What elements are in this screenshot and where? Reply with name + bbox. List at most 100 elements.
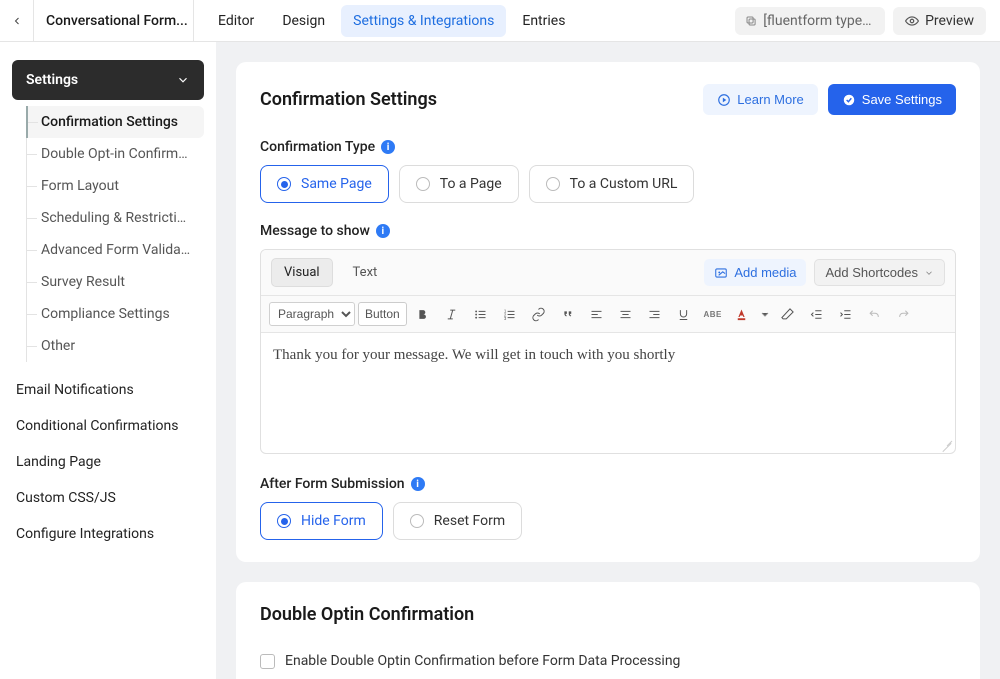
copy-icon [745, 14, 757, 28]
after-submission-text: After Form Submission [260, 476, 405, 492]
preview-button[interactable]: Preview [893, 7, 986, 35]
sidebar-item-confirmation-settings[interactable]: Confirmation Settings [26, 106, 204, 138]
form-title: Conversational Form... [34, 0, 194, 42]
indent-button[interactable] [833, 302, 859, 326]
editor-tab-text[interactable]: Text [341, 259, 390, 286]
learn-more-button[interactable]: Learn More [703, 84, 817, 115]
list-ul-icon [473, 307, 488, 322]
radio-icon [546, 177, 560, 191]
text-color-icon [734, 307, 749, 322]
save-settings-button[interactable]: Save Settings [828, 84, 956, 115]
clear-formatting-button[interactable] [775, 302, 801, 326]
option-hide-form[interactable]: Hide Form [260, 502, 383, 540]
sidebar-item-survey-result[interactable]: Survey Result [27, 266, 204, 298]
sidebar-sublist: Confirmation Settings Double Opt-in Conf… [26, 106, 204, 362]
underline-button[interactable] [671, 302, 697, 326]
numbered-list-button[interactable]: 123 [497, 302, 523, 326]
quote-icon [560, 307, 575, 322]
sidebar-item-double-optin[interactable]: Double Opt-in Confirma... [27, 138, 204, 170]
tab-entries[interactable]: Entries [510, 5, 577, 37]
learn-more-label: Learn More [737, 92, 803, 107]
align-right-button[interactable] [642, 302, 668, 326]
info-icon[interactable]: i [381, 140, 395, 154]
play-circle-icon [717, 93, 731, 107]
tab-settings-integrations[interactable]: Settings & Integrations [341, 5, 506, 37]
indent-icon [838, 307, 853, 322]
option-label: Reset Form [434, 513, 505, 529]
radio-icon [277, 514, 291, 528]
undo-icon [867, 307, 882, 322]
shortcode-text: [fluentform type="c... [763, 13, 875, 29]
option-to-a-page[interactable]: To a Page [399, 165, 519, 203]
check-circle-icon [842, 93, 856, 107]
link-icon [531, 307, 546, 322]
preview-label: Preview [925, 13, 974, 29]
after-submission-label: After Form Submission i [260, 476, 956, 492]
eraser-icon [780, 307, 795, 322]
sidebar-link-landing-page[interactable]: Landing Page [12, 444, 204, 480]
shortcode-copy[interactable]: [fluentform type="c... [735, 7, 885, 35]
checkbox-icon [260, 654, 275, 669]
undo-button[interactable] [862, 302, 888, 326]
redo-button[interactable] [891, 302, 917, 326]
align-center-icon [618, 307, 633, 322]
radio-icon [410, 514, 424, 528]
outdent-button[interactable] [804, 302, 830, 326]
radio-icon [277, 177, 291, 191]
info-icon[interactable]: i [376, 224, 390, 238]
align-left-icon [589, 307, 604, 322]
sidebar: Settings Confirmation Settings Double Op… [0, 42, 216, 679]
sidebar-item-scheduling[interactable]: Scheduling & Restrictions [27, 202, 204, 234]
sidebar-settings-toggle[interactable]: Settings [12, 60, 204, 100]
save-settings-label: Save Settings [862, 92, 942, 107]
insert-button-button[interactable]: Button [358, 302, 407, 326]
text-color-dropdown[interactable] [758, 302, 772, 326]
chevron-down-icon [759, 307, 771, 322]
editor-toolbar: Paragraph Button 123 ABE [261, 296, 955, 333]
add-shortcodes-button[interactable]: Add Shortcodes [814, 259, 945, 286]
add-media-button[interactable]: Add media [704, 259, 806, 286]
sidebar-link-custom-css-js[interactable]: Custom CSS/JS [12, 480, 204, 516]
option-reset-form[interactable]: Reset Form [393, 502, 522, 540]
eye-icon [905, 14, 919, 28]
message-label: Message to show i [260, 223, 956, 239]
editor-textarea[interactable]: Thank you for your message. We will get … [261, 333, 955, 453]
sidebar-item-other[interactable]: Other [27, 330, 204, 362]
strikethrough-button[interactable]: ABE [700, 302, 726, 326]
editor-mode-tabs: Visual Text Add media Add Shortcodes [261, 250, 955, 296]
editor-tab-visual[interactable]: Visual [271, 258, 333, 287]
blockquote-button[interactable] [555, 302, 581, 326]
option-same-page[interactable]: Same Page [260, 165, 389, 203]
align-center-button[interactable] [613, 302, 639, 326]
card-title-confirmation: Confirmation Settings [260, 89, 437, 110]
sidebar-item-form-layout[interactable]: Form Layout [27, 170, 204, 202]
tab-editor[interactable]: Editor [206, 5, 266, 37]
text-color-button[interactable] [729, 302, 755, 326]
align-left-button[interactable] [584, 302, 610, 326]
back-button[interactable] [0, 0, 34, 42]
paragraph-select[interactable]: Paragraph [269, 302, 355, 326]
add-shortcodes-label: Add Shortcodes [825, 265, 918, 280]
italic-icon [444, 307, 459, 322]
double-optin-checkbox-label: Enable Double Optin Confirmation before … [285, 653, 680, 669]
link-button[interactable] [526, 302, 552, 326]
bullet-list-button[interactable] [468, 302, 494, 326]
option-to-custom-url[interactable]: To a Custom URL [529, 165, 695, 203]
double-optin-checkbox-row[interactable]: Enable Double Optin Confirmation before … [260, 653, 956, 669]
editor-content-text: Thank you for your message. We will get … [273, 347, 675, 363]
outdent-icon [809, 307, 824, 322]
option-label: To a Page [440, 176, 502, 192]
sidebar-link-configure-integrations[interactable]: Configure Integrations [12, 516, 204, 552]
rich-text-editor: Visual Text Add media Add Shortcodes [260, 249, 956, 454]
sidebar-link-email-notifications[interactable]: Email Notifications [12, 372, 204, 408]
option-label: To a Custom URL [570, 176, 678, 192]
resize-handle[interactable] [941, 439, 953, 451]
info-icon[interactable]: i [411, 477, 425, 491]
sidebar-item-compliance[interactable]: Compliance Settings [27, 298, 204, 330]
bold-button[interactable] [410, 302, 436, 326]
tab-design[interactable]: Design [270, 5, 337, 37]
italic-button[interactable] [439, 302, 465, 326]
sidebar-link-conditional-confirmations[interactable]: Conditional Confirmations [12, 408, 204, 444]
content-area: Confirmation Settings Learn More Save Se… [216, 42, 1000, 679]
sidebar-item-advanced-validation[interactable]: Advanced Form Validati... [27, 234, 204, 266]
